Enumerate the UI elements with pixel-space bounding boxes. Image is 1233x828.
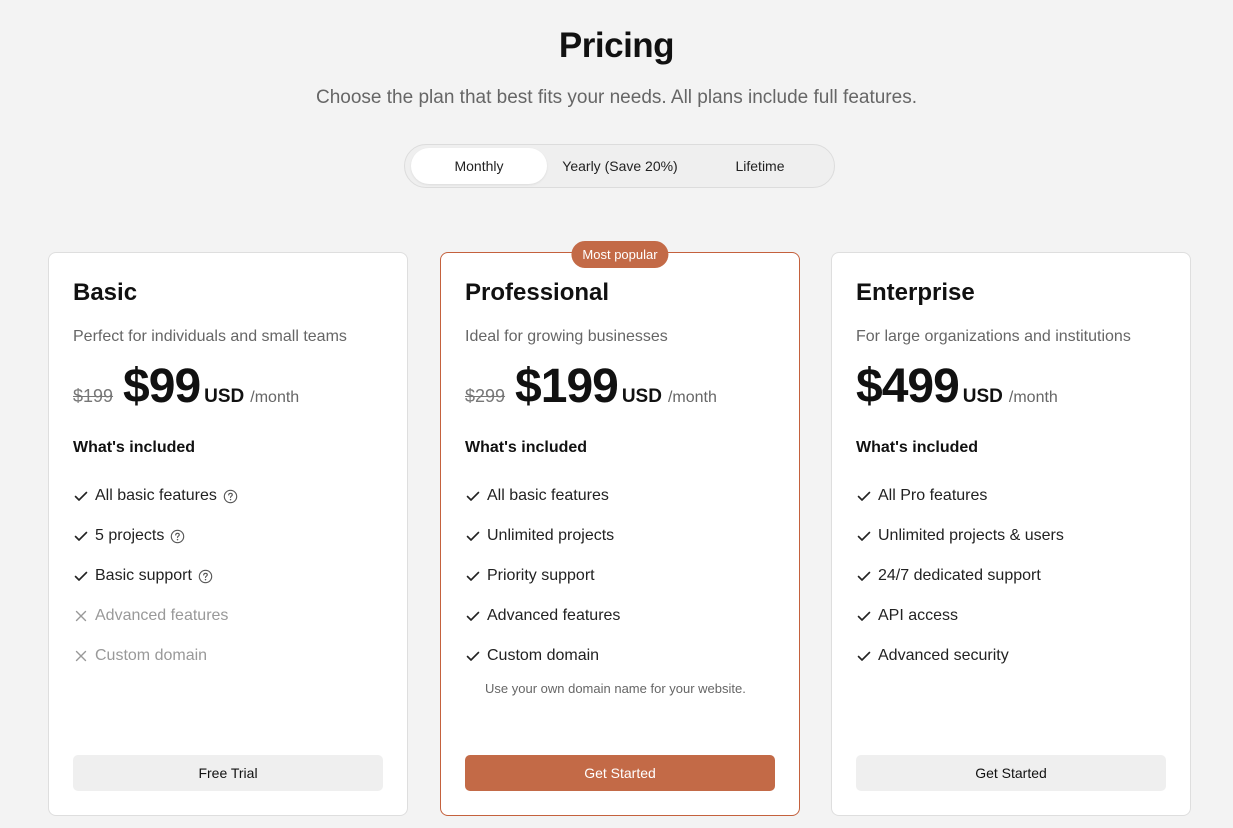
feature-label: Basic support (95, 567, 192, 584)
get-started-button[interactable]: Get Started (465, 755, 775, 791)
feature-label: Advanced security (878, 647, 1009, 664)
plan-name: Enterprise (856, 279, 975, 306)
feature-label: Advanced features (95, 607, 229, 624)
feature-item: API access (856, 605, 958, 627)
feature-item: Basic support (73, 565, 213, 587)
check-icon (857, 571, 871, 581)
billing-period-toggle: Monthly Yearly (Save 20%) Lifetime (404, 144, 835, 188)
feature-label: Unlimited projects & users (878, 527, 1064, 544)
included-heading: What's included (73, 439, 196, 456)
feature-item: Custom domain (73, 645, 207, 667)
most-popular-badge: Most popular (571, 241, 669, 268)
price-row: $499 USD /month (856, 359, 1058, 415)
feature-item: Priority support (465, 565, 595, 587)
billing-option-yearly[interactable]: Yearly (Save 20%) (551, 148, 689, 184)
help-circle-icon[interactable] (223, 489, 238, 504)
plan-description: Perfect for individuals and small teams (73, 328, 347, 345)
x-icon (75, 650, 87, 662)
feature-label: Advanced features (487, 607, 621, 624)
feature-item: Advanced features (465, 605, 620, 627)
feature-item: 5 projects (73, 525, 185, 547)
feature-label: Unlimited projects (487, 527, 615, 544)
plan-card-professional: Most popular Professional Ideal for grow… (440, 241, 800, 816)
get-started-button[interactable]: Get Started (856, 755, 1166, 791)
feature-item: All Pro features (856, 485, 987, 507)
currency-label: USD (204, 386, 245, 407)
check-icon (466, 651, 480, 661)
check-icon (466, 571, 480, 581)
price-row: $199 $99 USD /month (73, 359, 299, 415)
feature-label: All basic features (95, 487, 217, 504)
billing-period-label: /month (667, 389, 717, 406)
plan-card-basic: Basic Perfect for individuals and small … (48, 252, 408, 816)
check-icon (74, 491, 88, 501)
help-circle-icon[interactable] (170, 529, 185, 544)
original-price: $199 (73, 386, 114, 406)
plan-description: Ideal for growing businesses (465, 328, 668, 345)
feature-label: API access (878, 607, 959, 624)
feature-item: Unlimited projects & users (856, 525, 1064, 547)
current-price: $99 (123, 360, 201, 413)
billing-period-label: /month (250, 389, 300, 406)
pricing-page: Pricing Choose the plan that best fits y… (0, 0, 1233, 828)
page-title: Pricing (558, 26, 675, 65)
feature-item: All basic features (465, 485, 609, 507)
feature-label: All Pro features (878, 487, 988, 504)
currency-label: USD (962, 386, 1003, 407)
help-circle-icon[interactable] (198, 569, 213, 584)
check-icon (857, 491, 871, 501)
feature-item: Unlimited projects (465, 525, 614, 547)
feature-item: Custom domain (465, 645, 599, 667)
check-icon (74, 531, 88, 541)
feature-label: All basic features (487, 487, 609, 504)
page-subtitle: Choose the plan that best fits your need… (316, 87, 917, 108)
billing-period-label: /month (1008, 389, 1058, 406)
feature-label: Custom domain (487, 647, 600, 664)
original-price: $299 (465, 386, 506, 406)
check-icon (857, 651, 871, 661)
feature-item: Advanced features (73, 605, 228, 627)
check-icon (466, 531, 480, 541)
feature-label: 5 projects (95, 527, 165, 544)
price-row: $299 $199 USD /month (465, 359, 717, 415)
check-icon (466, 491, 480, 501)
plan-name: Basic (73, 279, 138, 306)
plan-name: Professional (465, 279, 610, 306)
plan-card-enterprise: Enterprise For large organizations and i… (831, 252, 1191, 816)
included-heading: What's included (465, 439, 588, 456)
check-icon (466, 611, 480, 621)
billing-option-lifetime[interactable]: Lifetime (693, 148, 827, 184)
included-heading: What's included (856, 439, 979, 456)
check-icon (857, 611, 871, 621)
feature-item: 24/7 dedicated support (856, 565, 1041, 587)
current-price: $199 (515, 360, 619, 413)
feature-note: Use your own domain name for your websit… (485, 681, 746, 696)
check-icon (857, 531, 871, 541)
x-icon (75, 610, 87, 622)
current-price: $499 (856, 360, 960, 413)
currency-label: USD (621, 386, 662, 407)
feature-label: 24/7 dedicated support (878, 567, 1041, 584)
billing-option-monthly[interactable]: Monthly (411, 148, 547, 184)
feature-label: Priority support (487, 567, 595, 584)
plan-description: For large organizations and institutions (856, 328, 1131, 345)
feature-label: Custom domain (95, 647, 208, 664)
feature-item: Advanced security (856, 645, 1009, 667)
free-trial-button[interactable]: Free Trial (73, 755, 383, 791)
feature-item: All basic features (73, 485, 238, 507)
check-icon (74, 571, 88, 581)
